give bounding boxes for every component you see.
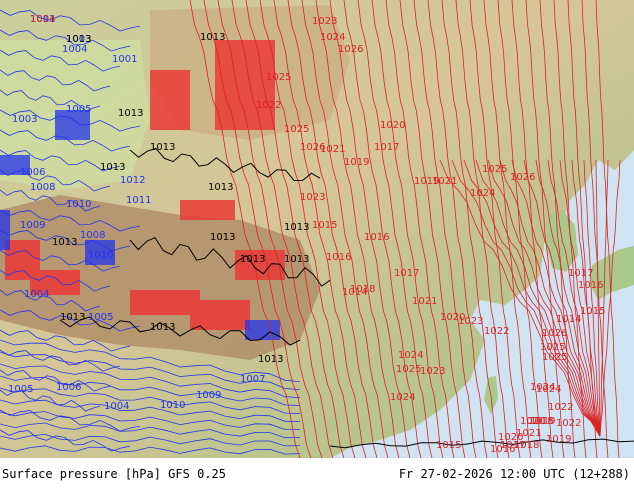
isobar-label: 1013	[284, 222, 309, 233]
isobar-label: 1023	[458, 316, 483, 327]
isobar-label: 1024	[536, 384, 561, 395]
isobar-label: 1013	[60, 312, 85, 323]
product-label: Surface pressure [hPa] GFS 0.25	[2, 467, 226, 481]
isobar-label: 1021	[432, 176, 457, 187]
isobar-label: 1021	[412, 296, 437, 307]
isobar-label: 1019	[546, 434, 571, 445]
isobar-label: 1013	[240, 254, 265, 265]
isobar-label: 1016	[490, 444, 515, 455]
isobar-label: 1009	[196, 390, 221, 401]
isobar-label: 1025	[396, 364, 421, 375]
isobar-label: 1013	[258, 354, 283, 365]
isobar-label: 1006	[56, 382, 81, 393]
isobar-label: 1025	[284, 124, 309, 135]
isobar-label: 1025	[482, 164, 507, 175]
map-footer: Surface pressure [hPa] GFS 0.25 Fr 27-02…	[0, 458, 634, 490]
isobar-label: 1022	[256, 100, 281, 111]
isobar-label: 1026	[542, 328, 567, 339]
isobar-label: 1008	[30, 182, 55, 193]
isobar-label: 1025	[266, 72, 291, 83]
isobar-label: 1023	[312, 16, 337, 27]
isobar-label: 1017	[374, 142, 399, 153]
isobar-label: 1013	[100, 162, 125, 173]
isobar-label: 1019	[344, 157, 369, 168]
isobar-label: 1013	[208, 182, 233, 193]
isobar-label: 1020	[380, 120, 405, 131]
isobar-label: 1012	[120, 175, 145, 186]
isobar-label: 1025	[540, 342, 565, 353]
isobar-label: 1019	[530, 416, 555, 427]
isobar-label: 1013	[66, 34, 91, 45]
isobar-label: 1014	[30, 14, 55, 25]
isobar-label: 1005	[8, 384, 33, 395]
isobar-label: 1004	[24, 289, 49, 300]
isobar-label: 1015	[580, 306, 605, 317]
isobar-label: 1022	[548, 402, 573, 413]
isobar-label: 1022	[556, 418, 581, 429]
pressure-map[interactable]: 1001 1003 1004 1001 1005 1003 1006 1008 1010 1011…	[0, 0, 634, 458]
isobar-label: 1026	[338, 44, 363, 55]
isobar-label: 1024	[390, 392, 415, 403]
isobar-label: 1010	[66, 199, 91, 210]
isobar-label: 1023	[300, 192, 325, 203]
isobar-label: 1005	[88, 312, 113, 323]
isobar-label: 1011	[126, 195, 151, 206]
isobar-label: 1014	[556, 314, 581, 325]
isobar-label: 1025	[542, 352, 567, 363]
isobar-label: 1015	[312, 220, 337, 231]
isobar-label: 1013	[52, 237, 77, 248]
isobar-label: 1017	[394, 268, 419, 279]
isobar-label: 1007	[240, 374, 265, 385]
isobar-label: 1013	[284, 254, 309, 265]
isobar-label: 1009	[20, 220, 45, 231]
isobar-label: 1024	[320, 32, 345, 43]
isobar-label: 1016	[326, 252, 351, 263]
isobar-label: 1004	[104, 401, 129, 412]
isobar-label: 1026	[510, 172, 535, 183]
isobar-label: 1022	[484, 326, 509, 337]
isobar-label: 1016	[364, 232, 389, 243]
isobar-label: 1015	[436, 440, 461, 451]
isobar-label: 1016	[578, 280, 603, 291]
pressure-map-canvas: 100110031004100110051003100610081010 1011…	[0, 0, 634, 458]
isobar-label: 1001	[112, 54, 137, 65]
isobar-label: 1024	[398, 350, 423, 361]
isobar-label: 1008	[80, 230, 105, 241]
isobar-label: 1013	[150, 142, 175, 153]
isobar-label: 1017	[568, 268, 593, 279]
isobar-label: 1004	[62, 44, 87, 55]
isobar-label: 1021	[320, 144, 345, 155]
isobar-label: 1006	[20, 167, 45, 178]
isobar-label: 1024	[470, 188, 495, 199]
isobar-label: 1010	[88, 250, 113, 261]
isobar-label: 1018	[350, 284, 375, 295]
valid-time-label: Fr 27-02-2026 12:00 UTC (12+288)	[398, 467, 630, 481]
isobar-label: 1013	[200, 32, 225, 43]
isobar-label: 1013	[210, 232, 235, 243]
isobar-label: 1005	[66, 104, 91, 115]
isobar-label: 1013	[150, 322, 175, 333]
isobar-label: 1010	[160, 400, 185, 411]
isobar-label: 1013	[118, 108, 143, 119]
isobar-label: 1003	[12, 114, 37, 125]
isobar-label: 1023	[420, 366, 445, 377]
